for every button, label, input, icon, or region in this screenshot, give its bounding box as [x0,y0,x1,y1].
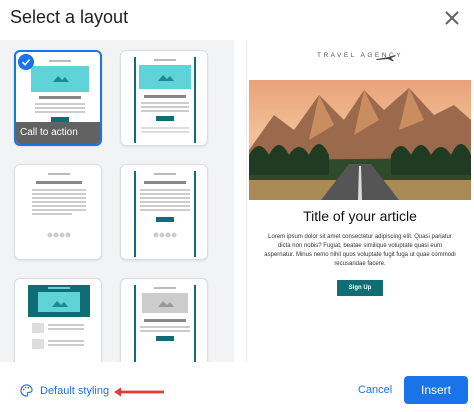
layout-card-2[interactable] [120,50,208,146]
layout-thumbnail [134,171,196,257]
check-icon [18,54,34,70]
layout-card-5[interactable] [14,278,102,362]
layout-grid: Call to action [0,40,234,362]
layout-thumbnail [28,285,90,349]
annotation-arrow [114,387,164,397]
dialog-header: Select a layout [0,0,474,38]
default-styling-link[interactable]: Default styling [20,384,109,397]
insert-button[interactable]: Insert [404,376,468,404]
palette-icon [20,384,33,397]
layout-thumbnail [134,57,196,143]
hero-image [249,80,471,200]
layout-card-call-to-action[interactable]: Call to action [14,50,102,146]
article-title: Title of your article [303,208,417,224]
layout-preview: TRAVEL AGENCY Title of your article Lore… [246,40,472,362]
layout-card-3[interactable] [14,164,102,260]
dialog-title: Select a layout [10,7,129,27]
layout-thumbnail [134,285,196,362]
article-body: Lorem ipsum dolor sit amet consectetur a… [264,234,456,267]
dialog-footer: Default styling Cancel Insert [0,362,474,412]
default-styling-label: Default styling [40,384,110,397]
brand-logo: TRAVEL AGENCY [247,52,472,59]
layout-card-label: Call to action [16,122,100,144]
layout-card-6[interactable] [120,278,208,362]
cancel-button[interactable]: Cancel [358,384,392,396]
layout-card-4[interactable] [120,164,208,260]
layout-thumbnail [32,173,86,238]
scroll-divider [234,40,242,362]
sign-up-button: Sign Up [337,280,383,296]
close-icon[interactable] [440,6,464,30]
airplane-icon [376,55,396,61]
